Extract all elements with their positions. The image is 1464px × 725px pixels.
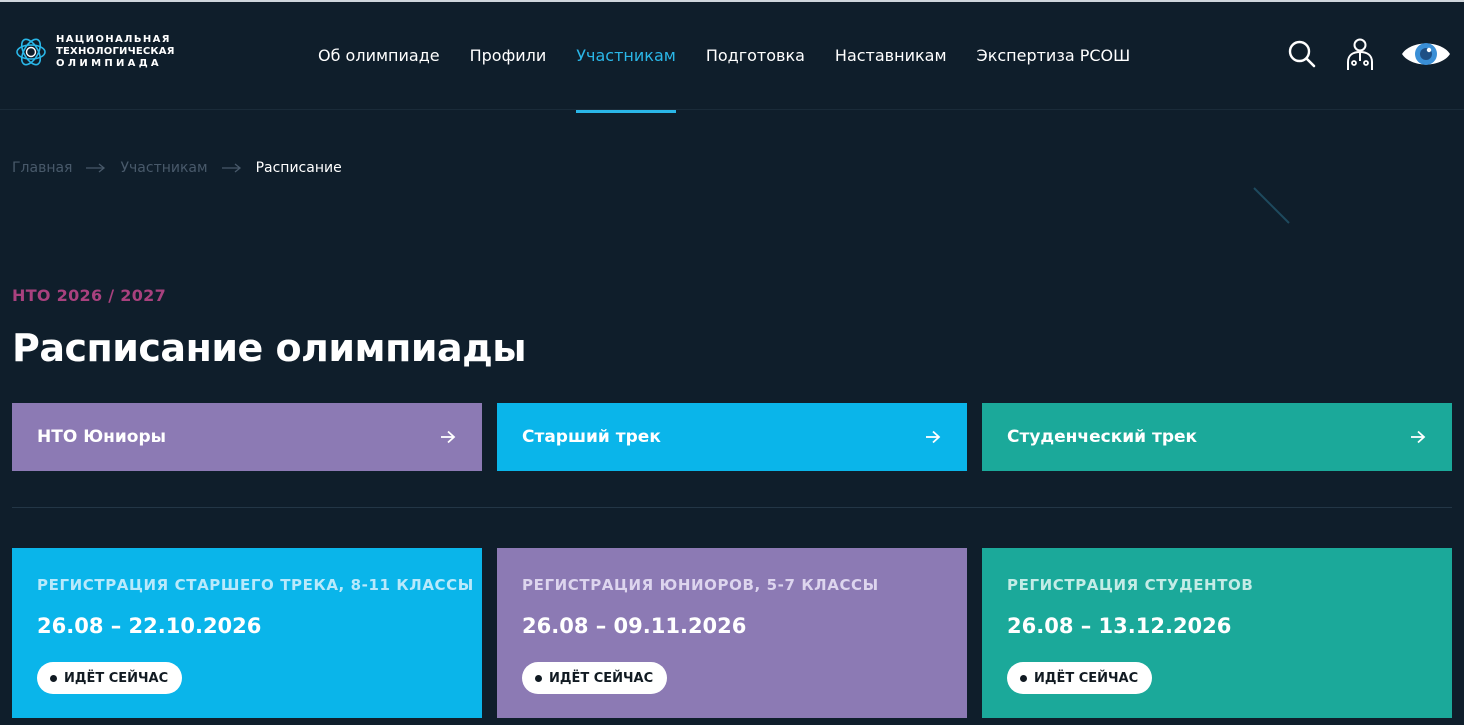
- breadcrumb-participants[interactable]: Участникам: [120, 160, 207, 176]
- nav-item-participants[interactable]: Участникам: [576, 2, 676, 113]
- season-label: НТО 2026 / 2027: [12, 286, 167, 305]
- track-buttons: НТО Юниоры Старший трек Студенческий тре…: [12, 403, 1452, 471]
- status-dot-icon: [535, 674, 542, 682]
- eye-icon[interactable]: [1400, 34, 1452, 74]
- card-label: РЕГИСТРАЦИЯ СТАРШЕГО ТРЕКА, 8-11 КЛАССЫ: [37, 576, 474, 594]
- card-label: РЕГИСТРАЦИЯ ЮНИОРОВ, 5-7 КЛАССЫ: [522, 576, 879, 594]
- arrow-right-icon: [1411, 430, 1426, 444]
- track-button-juniors[interactable]: НТО Юниоры: [12, 403, 482, 471]
- arrow-right-icon: [441, 430, 456, 444]
- card-dates: 26.08 – 09.11.2026: [522, 614, 747, 638]
- header-actions: [1286, 34, 1452, 74]
- nav-item-preparation[interactable]: Подготовка: [706, 2, 805, 110]
- user-icon[interactable]: [1344, 34, 1376, 74]
- status-dot-icon: [1020, 674, 1027, 682]
- decorative-line: [1253, 187, 1290, 224]
- arrow-right-icon: [221, 163, 241, 173]
- card-label: РЕГИСТРАЦИЯ СТУДЕНТОВ: [1007, 576, 1254, 594]
- arrow-right-icon: [86, 163, 106, 173]
- schedule-card-juniors[interactable]: РЕГИСТРАЦИЯ ЮНИОРОВ, 5-7 КЛАССЫ 26.08 – …: [497, 548, 967, 718]
- logo-line-1: НАЦИОНАЛЬНАЯ: [56, 34, 171, 45]
- schedule-cards: РЕГИСТРАЦИЯ СТАРШЕГО ТРЕКА, 8-11 КЛАССЫ …: [12, 548, 1452, 718]
- nav-item-mentors[interactable]: Наставникам: [835, 2, 947, 110]
- status-badge[interactable]: ИДЁТ СЕЙЧАС: [37, 662, 183, 694]
- status-badge-label: ИДЁТ СЕЙЧАС: [549, 670, 654, 686]
- logo-text: НАЦИОНАЛЬНАЯ ТЕХНОЛОГИЧЕСКАЯ ОЛИМПИАДА: [56, 34, 175, 70]
- nav-item-rsosh-expertise[interactable]: Экспертиза РСОШ: [977, 2, 1131, 110]
- logo-line-3: ОЛИМПИАДА: [56, 58, 162, 69]
- track-button-label: НТО Юниоры: [37, 427, 167, 447]
- page: НАЦИОНАЛЬНАЯ ТЕХНОЛОГИЧЕСКАЯ ОЛИМПИАДА О…: [0, 0, 1464, 725]
- search-icon[interactable]: [1286, 34, 1318, 74]
- track-button-label: Студенческий трек: [1007, 427, 1198, 447]
- track-button-senior[interactable]: Старший трек: [497, 403, 967, 471]
- breadcrumb-current: Расписание: [255, 160, 342, 176]
- section-divider: [12, 507, 1452, 508]
- logo-line-2: ТЕХНОЛОГИЧЕСКАЯ: [56, 46, 175, 57]
- status-badge[interactable]: ИДЁТ СЕЙЧАС: [522, 662, 668, 694]
- schedule-card-senior[interactable]: РЕГИСТРАЦИЯ СТАРШЕГО ТРЕКА, 8-11 КЛАССЫ …: [12, 548, 482, 718]
- status-badge-label: ИДЁТ СЕЙЧАС: [1034, 670, 1139, 686]
- track-button-student[interactable]: Студенческий трек: [982, 403, 1452, 471]
- status-badge[interactable]: ИДЁТ СЕЙЧАС: [1007, 662, 1153, 694]
- site-header: НАЦИОНАЛЬНАЯ ТЕХНОЛОГИЧЕСКАЯ ОЛИМПИАДА О…: [0, 2, 1464, 113]
- breadcrumb-home[interactable]: Главная: [12, 160, 72, 176]
- status-badge-label: ИДЁТ СЕЙЧАС: [64, 670, 169, 686]
- track-button-label: Старший трек: [522, 427, 661, 447]
- logo[interactable]: НАЦИОНАЛЬНАЯ ТЕХНОЛОГИЧЕСКАЯ ОЛИМПИАДА: [14, 34, 175, 70]
- status-dot-icon: [50, 674, 57, 682]
- nav-item-profiles[interactable]: Профили: [470, 2, 547, 110]
- page-title: Расписание олимпиады: [12, 326, 527, 370]
- nav-item-about[interactable]: Об олимпиаде: [318, 2, 440, 110]
- card-dates: 26.08 – 22.10.2026: [37, 614, 262, 638]
- breadcrumb: Главная Участникам Расписание: [12, 160, 342, 176]
- card-dates: 26.08 – 13.12.2026: [1007, 614, 1232, 638]
- logo-emblem-icon: [16, 38, 46, 66]
- main-nav: Об олимпиаде Профили Участникам Подготов…: [318, 2, 1160, 113]
- arrow-right-icon: [926, 430, 941, 444]
- schedule-card-students[interactable]: РЕГИСТРАЦИЯ СТУДЕНТОВ 26.08 – 13.12.2026…: [982, 548, 1452, 718]
